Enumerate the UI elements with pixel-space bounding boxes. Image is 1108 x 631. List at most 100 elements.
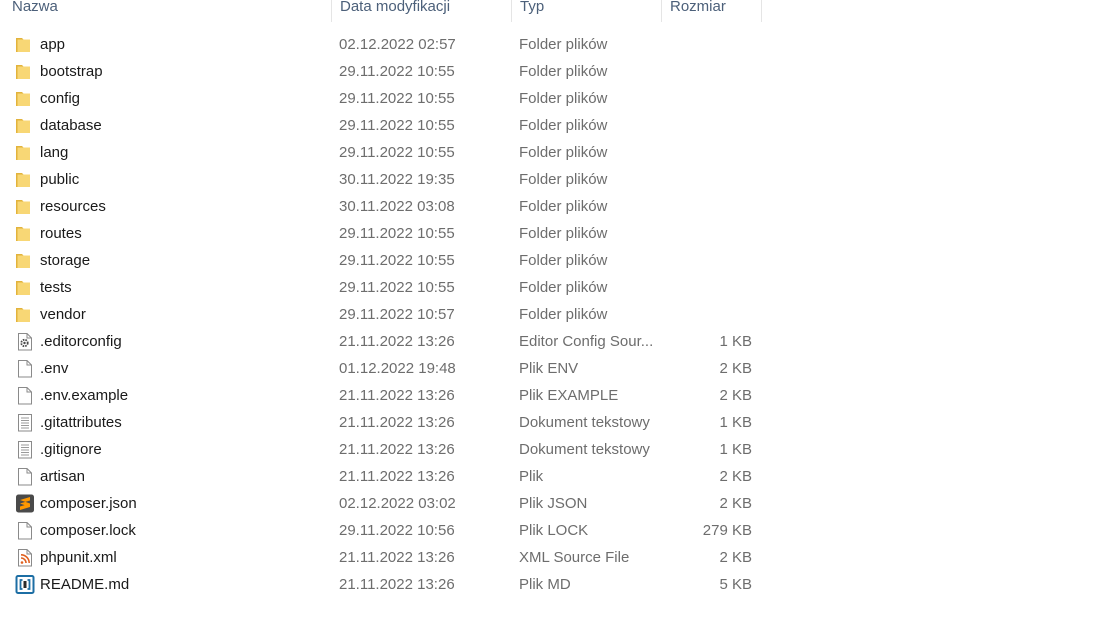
column-separator[interactable] (511, 0, 512, 22)
file-name: database (40, 117, 102, 134)
file-type: XML Source File (519, 549, 630, 566)
column-header-date[interactable]: Data modyfikacji (340, 0, 510, 22)
file-type: Dokument tekstowy (519, 414, 650, 431)
file-name: composer.json (40, 495, 137, 512)
file-type: Plik ENV (519, 360, 579, 377)
file-name: .editorconfig (40, 333, 122, 350)
column-separator[interactable] (761, 0, 762, 22)
file-modified-date: 29.11.2022 10:55 (339, 63, 455, 80)
file-name: config (40, 90, 81, 107)
file-size (662, 301, 752, 328)
file-modified-date: 29.11.2022 10:55 (339, 90, 455, 107)
file-name: composer.lock (40, 522, 136, 539)
file-row[interactable]: app 02.12.2022 02:57 Folder plików (0, 31, 762, 58)
column-separator[interactable] (331, 0, 332, 22)
file-modified-date: 21.11.2022 13:26 (339, 468, 455, 485)
file-row[interactable]: .gitignore 21.11.2022 13:26 Dokument tekst… (0, 436, 762, 463)
file-size: 2 KB (719, 360, 752, 377)
file-name: lang (40, 144, 69, 161)
column-header-name[interactable]: Nazwa (12, 0, 330, 22)
folder-icon (15, 62, 35, 81)
text-file-icon (15, 440, 35, 459)
file-modified-date: 29.11.2022 10:55 (339, 144, 455, 161)
sublime-text-icon (15, 494, 35, 513)
file-row[interactable]: .editorconfig 21.11.2022 13:26 Editor Conf… (0, 328, 762, 355)
file-size (662, 112, 752, 139)
file-name: bootstrap (40, 63, 103, 80)
file-size (662, 166, 752, 193)
file-modified-date: 21.11.2022 13:26 (339, 333, 455, 350)
file-row[interactable]: composer.json 02.12.2022 03:02 Plik JSON 2 … (0, 490, 762, 517)
file-modified-date: 21.11.2022 13:26 (339, 549, 455, 566)
file-modified-date: 21.11.2022 13:26 (339, 414, 455, 431)
file-type: Folder plików (519, 198, 608, 215)
file-row[interactable]: README.md 21.11.2022 13:26 Plik MD 5 KB (0, 571, 762, 598)
file-row[interactable]: database 29.11.2022 10:55 Folder plików (0, 112, 762, 139)
file-row[interactable]: resources 30.11.2022 03:08 Folder plików (0, 193, 762, 220)
file-type: Dokument tekstowy (519, 441, 650, 458)
file-name: public (40, 171, 80, 188)
file-size: 1 KB (719, 441, 752, 458)
file-type: Folder plików (519, 171, 608, 188)
file-modified-date: 01.12.2022 19:48 (339, 360, 456, 377)
file-name: README.md (40, 576, 130, 593)
file-name: .gitignore (40, 441, 102, 458)
column-header-bar: Nazwa Data modyfikacji Typ Rozmiar (0, 0, 762, 22)
folder-icon (15, 251, 35, 270)
file-type: Plik (519, 468, 544, 485)
file-row[interactable]: composer.lock 29.11.2022 10:56 Plik LOCK 27… (0, 517, 762, 544)
folder-icon (15, 170, 35, 189)
folder-icon (15, 305, 35, 324)
file-row[interactable]: artisan 21.11.2022 13:26 Plik 2 KB (0, 463, 762, 490)
file-size (662, 274, 752, 301)
file-row[interactable]: tests 29.11.2022 10:55 Folder plików (0, 274, 762, 301)
file-type: Folder plików (519, 90, 608, 107)
file-name: routes (40, 225, 82, 242)
file-row[interactable]: vendor 29.11.2022 10:57 Folder plików (0, 301, 762, 328)
column-separator[interactable] (661, 0, 662, 22)
file-modified-date: 21.11.2022 13:26 (339, 441, 455, 458)
file-type: Folder plików (519, 225, 608, 242)
folder-icon (15, 89, 35, 108)
file-type: Folder plików (519, 252, 608, 269)
file-type: Folder plików (519, 279, 608, 296)
file-name: storage (40, 252, 91, 269)
file-size (662, 85, 752, 112)
text-file-icon (15, 413, 35, 432)
xml-file-icon (15, 548, 35, 567)
file-row[interactable]: routes 29.11.2022 10:55 Folder plików (0, 220, 762, 247)
file-size (662, 139, 752, 166)
file-modified-date: 29.11.2022 10:55 (339, 252, 455, 269)
file-modified-date: 29.11.2022 10:55 (339, 279, 455, 296)
file-type: Plik LOCK (519, 522, 589, 539)
file-modified-date: 29.11.2022 10:56 (339, 522, 455, 539)
file-row[interactable]: .env 01.12.2022 19:48 Plik ENV 2 KB (0, 355, 762, 382)
file-type: Folder plików (519, 63, 608, 80)
file-modified-date: 29.11.2022 10:57 (339, 306, 455, 323)
file-row[interactable]: .env.example 21.11.2022 13:26 Plik EXAMPLE… (0, 382, 762, 409)
file-row[interactable]: lang 29.11.2022 10:55 Folder plików (0, 139, 762, 166)
blank-file-icon (15, 386, 35, 405)
file-type: Folder plików (519, 117, 608, 134)
file-modified-date: 21.11.2022 13:26 (339, 387, 455, 404)
file-modified-date: 30.11.2022 03:08 (339, 198, 455, 215)
file-name: app (40, 36, 66, 53)
file-row[interactable]: storage 29.11.2022 10:55 Folder plików (0, 247, 762, 274)
file-row[interactable]: public 30.11.2022 19:35 Folder plików (0, 166, 762, 193)
file-row[interactable]: .gitattributes 21.11.2022 13:26 Dokument t… (0, 409, 762, 436)
file-list: app 02.12.2022 02:57 Folder plików bootstra… (0, 31, 762, 598)
column-header-size[interactable]: Rozmiar (670, 0, 760, 22)
file-name: phpunit.xml (40, 549, 117, 566)
file-row[interactable]: bootstrap 29.11.2022 10:55 Folder plików (0, 58, 762, 85)
file-row[interactable]: phpunit.xml 21.11.2022 13:26 XML Source Fi… (0, 544, 762, 571)
column-header-type[interactable]: Typ (520, 0, 660, 22)
file-size: 1 KB (719, 333, 752, 350)
blank-file-icon (15, 521, 35, 540)
markdown-file-icon (15, 575, 35, 594)
file-name: .gitattributes (40, 414, 122, 431)
file-size (662, 220, 752, 247)
file-size: 2 KB (719, 468, 752, 485)
file-name: .env (40, 360, 69, 377)
file-row[interactable]: config 29.11.2022 10:55 Folder plików (0, 85, 762, 112)
file-size (662, 58, 752, 85)
